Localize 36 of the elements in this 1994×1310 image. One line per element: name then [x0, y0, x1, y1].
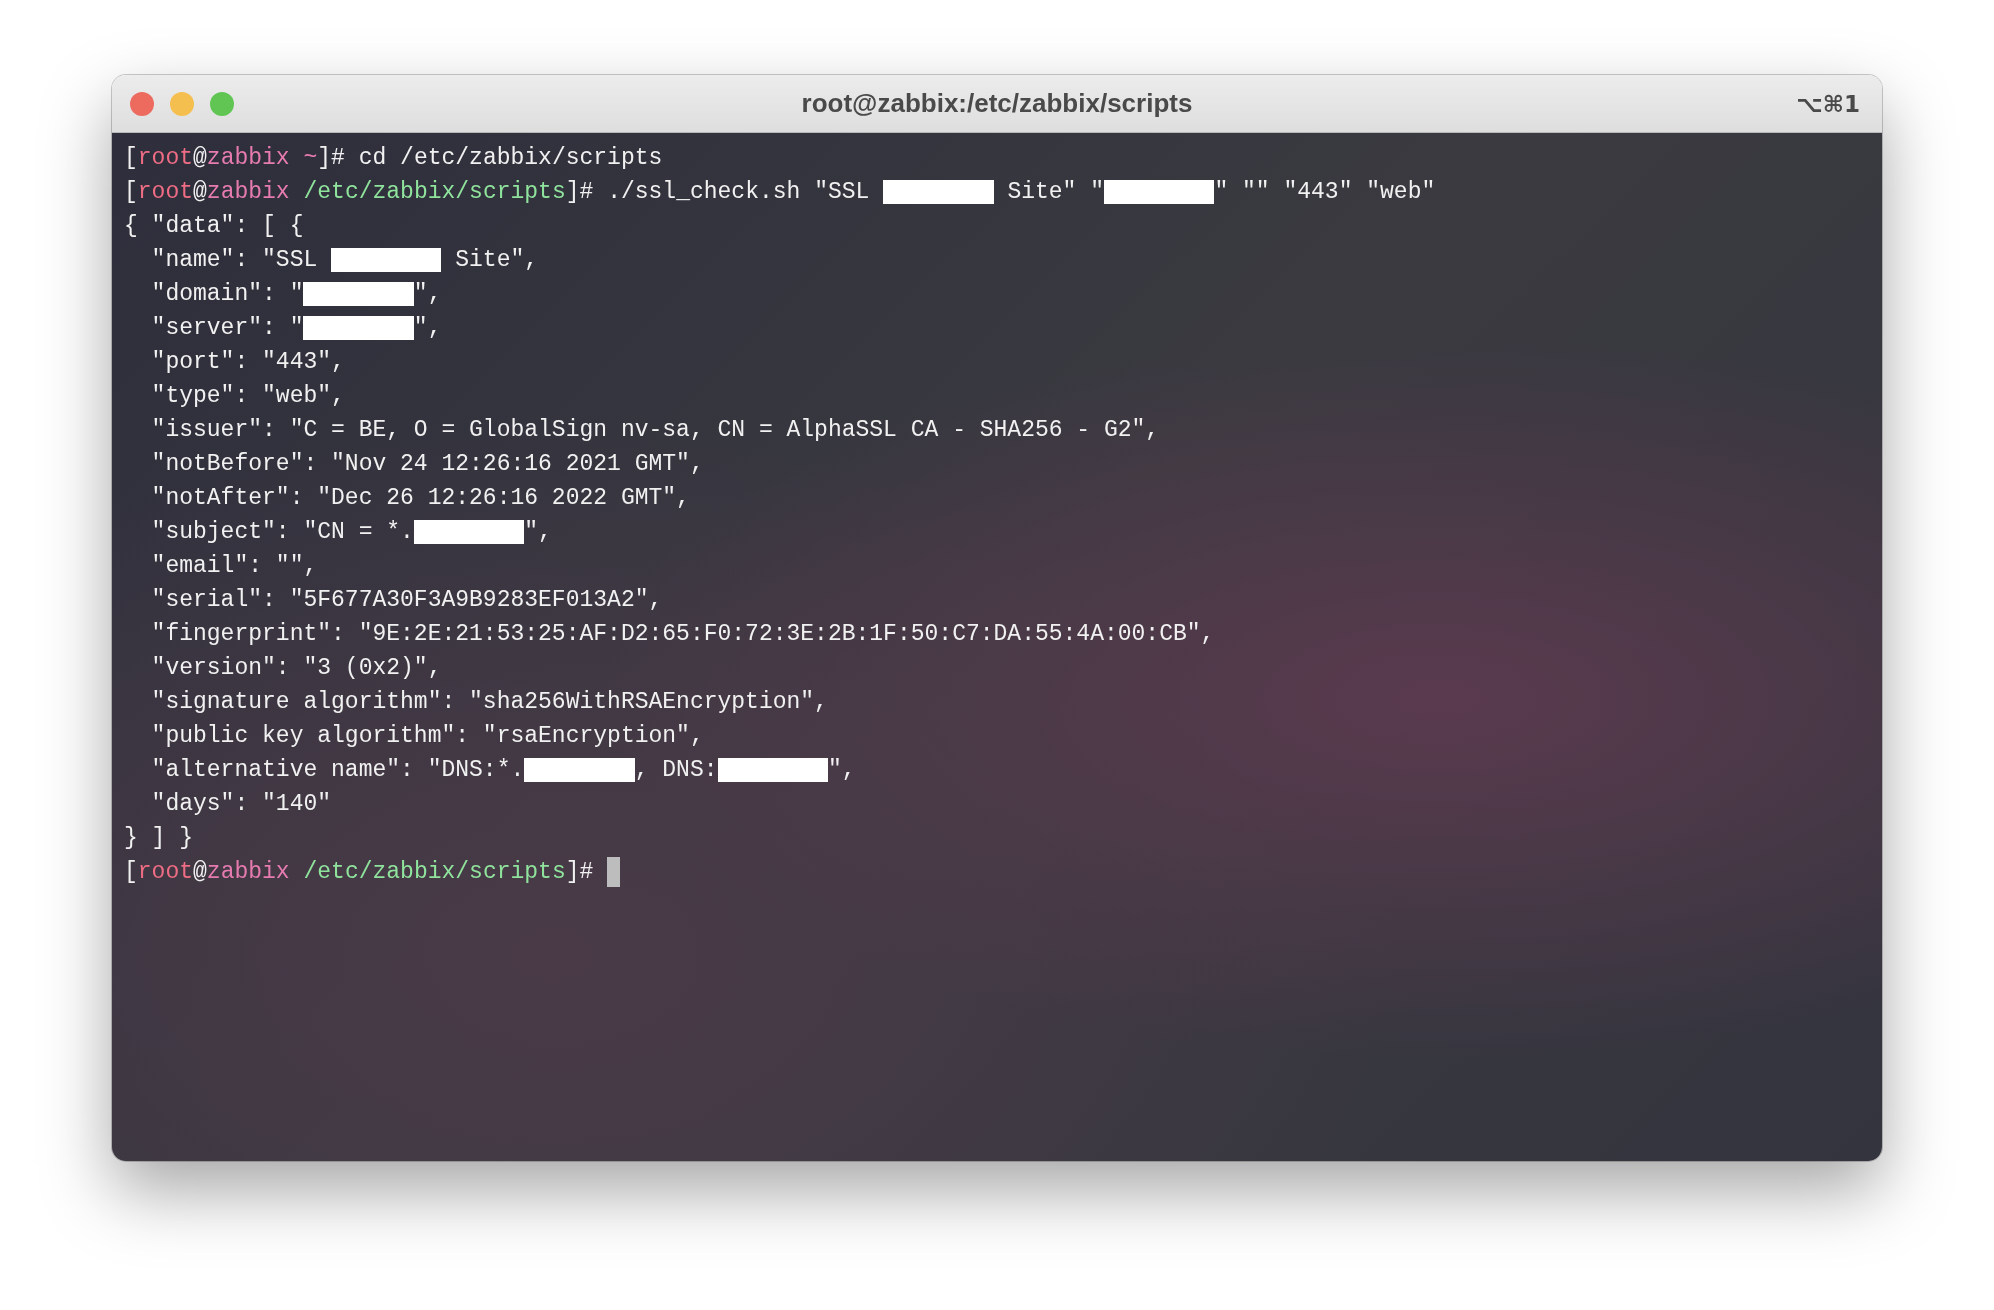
terminal-text: "email": "",	[150, 552, 318, 581]
terminal-text: "name": "SSL	[150, 246, 319, 275]
terminal-text: { "data": [ {	[124, 212, 304, 241]
terminal-text: "alternative name": "DNS:*.	[150, 756, 525, 785]
terminal-text: "subject": "CN = *.	[150, 518, 414, 547]
terminal-text: [root@zabbix /etc/zabbix/scripts]# ./ssl_check.sh "SSL	[124, 178, 871, 207]
terminal-text: ",	[413, 314, 442, 343]
terminal-text: Site",	[454, 246, 539, 275]
terminal-text: "server": "	[150, 314, 304, 343]
close-button[interactable]	[130, 92, 154, 116]
terminal-text: "issuer": "C = BE, O = GlobalSign nv-sa, CN = AlphaSSL CA - SHA256 - G2",	[150, 416, 1160, 445]
terminal-text: " "" "443" "web"	[1214, 178, 1436, 207]
terminal-text: Site" "	[1006, 178, 1104, 207]
terminal-text: "serial": "5F677A30F3A9B9283EF013A2",	[150, 586, 663, 615]
terminal-text: } ] }	[124, 824, 193, 853]
zoom-button[interactable]	[210, 92, 234, 116]
window-title: root@zabbix:/etc/zabbix/scripts	[801, 87, 1193, 120]
terminal-text: "fingerprint": "9E:2E:21:53:25:AF:D2:65:F0:72:3E:2B:1F:50:C7:DA:55:4A:00:CB",	[150, 620, 1215, 649]
terminal-text: "notAfter": "Dec 26 12:26:16 2022 GMT",	[150, 484, 690, 513]
terminal-text: ",	[413, 280, 442, 309]
terminal-text: ",	[827, 756, 856, 785]
terminal-text: "notBefore": "Nov 24 12:26:16 2021 GMT",	[150, 450, 704, 479]
terminal-text: [root@zabbix /etc/zabbix/scripts]#	[124, 858, 595, 887]
keyboard-shortcut: ⌥⌘1	[1796, 90, 1860, 119]
terminal-text: "signature algorithm": "sha256WithRSAEncryption",	[150, 688, 828, 717]
minimize-button[interactable]	[170, 92, 194, 116]
terminal-text: "days": "140"	[150, 790, 332, 819]
terminal-text: [root@zabbix ~]# cd /etc/zabbix/scripts	[124, 144, 663, 173]
text-cursor	[607, 857, 621, 887]
terminal-text: "version": "3 (0x2)",	[150, 654, 442, 683]
terminal-text: "public key algorithm": "rsaEncryption",	[150, 722, 704, 751]
terminal-text: "port": "443",	[150, 348, 345, 377]
terminal-text: ",	[524, 518, 552, 547]
terminal-text: "domain": "	[150, 280, 304, 309]
terminal-text: "type": "web",	[150, 382, 345, 411]
terminal-text: , DNS:	[634, 756, 718, 785]
